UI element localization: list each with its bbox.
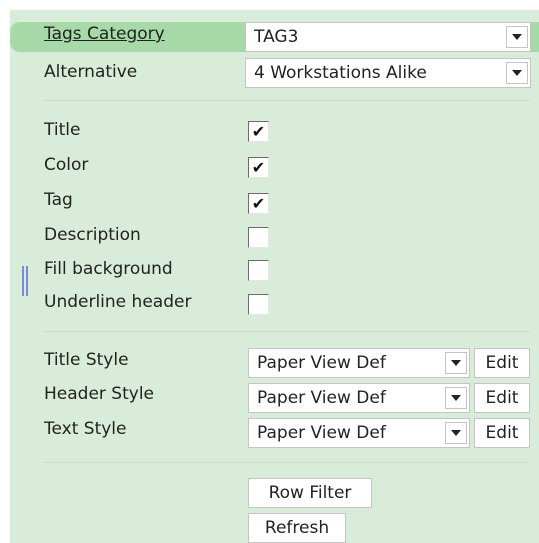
option-fill-background-checkbox[interactable]: [248, 260, 269, 281]
chevron-down-icon[interactable]: [445, 352, 467, 374]
row-filter-button[interactable]: Row Filter: [248, 478, 372, 508]
header-style-label: Header Style: [44, 384, 155, 404]
option-title-label: Title: [44, 120, 81, 140]
chevron-down-icon[interactable]: [506, 62, 528, 84]
divider: [44, 331, 529, 332]
divider: [44, 100, 529, 101]
option-underline-header-label: Underline header: [44, 292, 192, 312]
option-underline-header-checkbox[interactable]: [248, 294, 269, 315]
text-style-label: Text Style: [44, 419, 127, 439]
alternative-label: Alternative: [44, 62, 138, 82]
check-icon: ✔: [251, 157, 266, 177]
alternative-select[interactable]: 4 Workstations Alike: [245, 58, 531, 88]
header-style-value: Paper View Def: [257, 388, 386, 408]
chevron-down-icon[interactable]: [445, 422, 467, 444]
panel-left-edge: [0, 0, 10, 543]
alternative-value: 4 Workstations Alike: [254, 63, 427, 83]
option-color-label: Color: [44, 155, 89, 175]
option-title-checkbox[interactable]: ✔: [248, 121, 269, 142]
header-style-edit-button[interactable]: Edit: [474, 383, 530, 413]
title-style-value: Paper View Def: [257, 353, 386, 373]
tags-category-select[interactable]: TAG3: [245, 22, 531, 52]
option-tag-checkbox[interactable]: ✔: [248, 193, 269, 214]
drag-marker: [22, 266, 28, 296]
title-style-label: Title Style: [44, 350, 129, 370]
option-description-checkbox[interactable]: [248, 227, 269, 248]
check-icon: ✔: [251, 193, 266, 213]
header-style-select[interactable]: Paper View Def: [248, 383, 470, 413]
chevron-down-icon[interactable]: [445, 387, 467, 409]
text-style-value: Paper View Def: [257, 423, 386, 443]
option-color-checkbox[interactable]: ✔: [248, 157, 269, 178]
option-fill-background-label: Fill background: [44, 259, 173, 279]
check-icon: ✔: [251, 121, 266, 141]
divider: [44, 462, 529, 463]
tags-category-label[interactable]: Tags Category: [44, 24, 165, 44]
title-style-select[interactable]: Paper View Def: [248, 348, 470, 378]
option-description-label: Description: [44, 225, 141, 245]
option-tag-label: Tag: [44, 190, 73, 210]
refresh-button[interactable]: Refresh: [248, 513, 346, 543]
text-style-edit-button[interactable]: Edit: [474, 418, 530, 448]
title-style-edit-button[interactable]: Edit: [474, 348, 530, 378]
panel-top-edge: [0, 0, 539, 10]
tags-category-value: TAG3: [254, 27, 299, 47]
chevron-down-icon[interactable]: [506, 26, 528, 48]
text-style-select[interactable]: Paper View Def: [248, 418, 470, 448]
